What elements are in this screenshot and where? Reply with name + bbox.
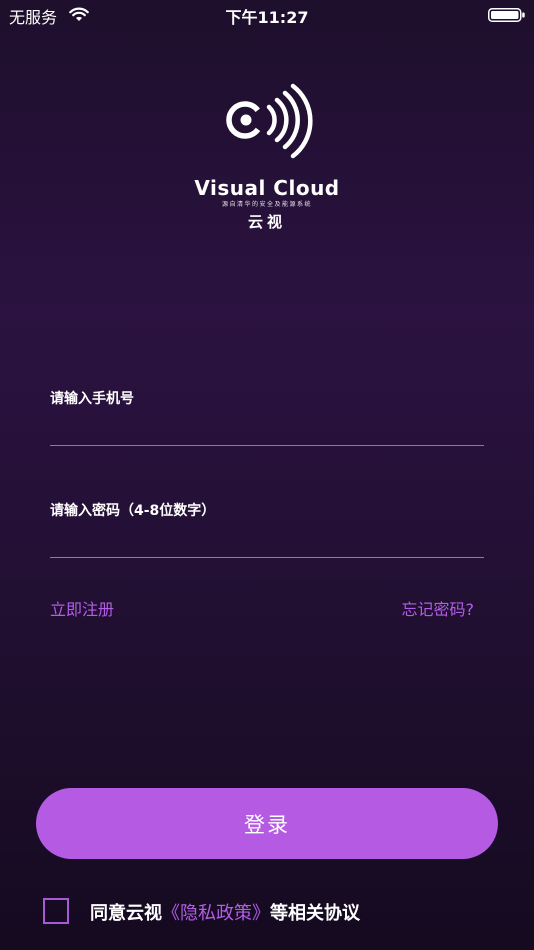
phone-field: 请输入手机号 — [50, 388, 484, 448]
agreement-suffix: 等相关协议 — [270, 903, 360, 924]
battery-icon — [488, 8, 525, 22]
logo-chinese-name: 云视 — [247, 213, 286, 231]
app-logo: Visual Cloud 源自清华的安全及能源系统 云视 — [0, 80, 534, 231]
forgot-password-link[interactable]: 忘记密码? — [402, 596, 475, 620]
logo-tagline: 源自清华的安全及能源系统 — [221, 201, 312, 208]
phone-label: 请输入手机号 — [50, 391, 134, 407]
status-time: 下午11:27 — [225, 8, 309, 27]
password-field: 请输入密码（4-8位数字） — [50, 500, 484, 560]
login-button[interactable]: 登录 — [36, 788, 498, 859]
register-link[interactable]: 立即注册 — [50, 596, 114, 620]
logo-wordmark: Visual Cloud — [194, 176, 340, 200]
password-label: 请输入密码（4-8位数字） — [50, 503, 216, 519]
status-bar: 无服务 下午11:27 — [0, 0, 534, 30]
agreement-checkbox[interactable] — [43, 898, 69, 924]
password-input[interactable] — [50, 522, 484, 556]
agreement-prefix: 同意云视 — [90, 903, 162, 924]
agreement-text: 同意云视《隐私政策》等相关协议 — [90, 899, 360, 925]
password-underline — [50, 557, 484, 558]
phone-input[interactable] — [50, 410, 484, 444]
visual-cloud-logo-icon — [226, 83, 313, 159]
privacy-policy-link[interactable]: 《隐私政策》 — [162, 903, 270, 924]
phone-underline — [50, 445, 484, 446]
